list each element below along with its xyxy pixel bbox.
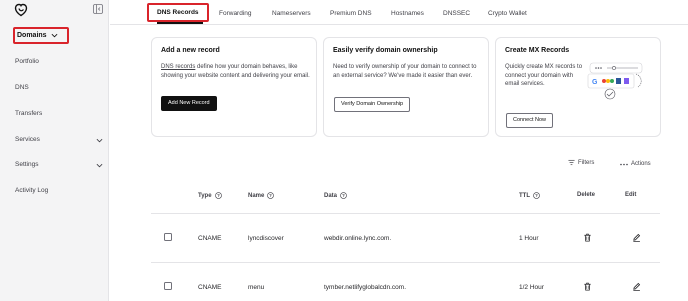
help-icon[interactable]: ?: [214, 192, 222, 199]
record-data: webdir.online.lync.com.: [324, 235, 392, 242]
tab-label: Crypto Wallet: [488, 10, 527, 17]
filter-icon: [568, 159, 575, 166]
trash-icon[interactable]: [583, 233, 592, 242]
sidebar-item-activity-log[interactable]: Activity Log: [15, 186, 103, 196]
sidebar: Domains Portfolio DNS Transfers Services…: [0, 0, 109, 301]
filters-button[interactable]: Filters: [568, 159, 594, 166]
trash-icon[interactable]: [583, 282, 592, 291]
tab-nameservers[interactable]: Nameservers: [272, 4, 311, 23]
record-name: lyncdiscover: [248, 235, 284, 242]
help-icon[interactable]: ?: [267, 192, 275, 199]
filters-label: Filters: [578, 159, 595, 166]
card-description: Need to verify ownership of your domain …: [333, 64, 477, 79]
row-divider: [151, 262, 660, 263]
tab-label: Premium DNS: [330, 10, 372, 17]
sidebar-item-portfolio[interactable]: Portfolio: [15, 57, 103, 67]
sidebar-item-settings[interactable]: Settings: [15, 160, 103, 170]
mx-records-card: Create MX Records Quickly create MX reco…: [495, 37, 661, 137]
header-label: Delete: [577, 192, 596, 198]
column-header-ttl[interactable]: TTL ?: [519, 192, 540, 199]
header-label: TTL: [519, 192, 530, 199]
chevron-down-icon: [51, 33, 57, 38]
row-select-checkbox[interactable]: [164, 233, 172, 241]
svg-text:?: ?: [535, 193, 538, 198]
record-name: menu: [248, 284, 265, 291]
card-description: DNS records define how your domain behav…: [161, 63, 311, 80]
svg-text:?: ?: [217, 193, 220, 198]
column-header-delete: Delete: [577, 192, 595, 198]
help-icon[interactable]: ?: [533, 192, 540, 199]
svg-text:G: G: [592, 79, 598, 86]
column-header-type[interactable]: Type ?: [198, 192, 222, 199]
actions-button[interactable]: Actions: [620, 161, 651, 167]
sidebar-item-label: Settings: [15, 161, 39, 168]
sidebar-item-label: Activity Log: [15, 187, 49, 194]
sidebar-item-label: Portfolio: [15, 58, 39, 65]
record-data: tymber.netlifyglobalcdn.com.: [324, 284, 407, 291]
sidebar-item-label: Transfers: [15, 110, 43, 117]
email-services-illustration: G: [587, 62, 643, 100]
card-description: Quickly create MX records to connect you…: [505, 64, 583, 87]
tab-label: DNSSEC: [443, 10, 471, 17]
actions-label: Actions: [631, 161, 651, 167]
sidebar-item-transfers[interactable]: Transfers: [15, 109, 103, 119]
active-tab-indicator: [157, 22, 203, 24]
header-label: Name: [248, 192, 265, 199]
tab-hostnames[interactable]: Hostnames: [391, 4, 424, 23]
column-header-name[interactable]: Name ?: [248, 192, 275, 199]
header-label: Edit: [625, 192, 637, 198]
collapse-sidebar-icon[interactable]: [93, 4, 103, 14]
card-title: Easily verify domain ownership: [333, 47, 438, 54]
header-label: Type: [198, 192, 212, 199]
tabs-divider: [110, 24, 688, 25]
domains-menu-button[interactable]: Domains: [13, 27, 69, 44]
chevron-down-icon: [96, 163, 103, 168]
record-type: CNAME: [198, 235, 222, 242]
record-type: CNAME: [198, 284, 222, 291]
godaddy-logo-icon[interactable]: [14, 3, 28, 17]
svg-text:?: ?: [270, 193, 273, 198]
sidebar-item-label: Services: [15, 136, 40, 143]
row-divider: [151, 213, 660, 214]
pencil-icon[interactable]: [632, 233, 641, 242]
sidebar-item-services[interactable]: Services: [15, 135, 103, 145]
domains-label: Domains: [17, 32, 47, 39]
more-icon: [620, 163, 628, 165]
verify-ownership-card: Easily verify domain ownership Need to v…: [323, 37, 489, 137]
tab-forwarding[interactable]: Forwarding: [219, 4, 252, 23]
pencil-icon[interactable]: [632, 282, 641, 291]
connect-now-button[interactable]: Connect Now: [506, 113, 554, 128]
tab-label: DNS Records: [157, 9, 199, 16]
sidebar-item-dns[interactable]: DNS: [15, 83, 103, 93]
tab-premium-dns[interactable]: Premium DNS: [330, 4, 372, 23]
tab-label: Nameservers: [272, 10, 311, 17]
verify-domain-ownership-button[interactable]: Verify Domain Ownership: [334, 97, 411, 112]
header-label: Data: [324, 192, 338, 199]
card-title: Create MX Records: [505, 47, 570, 54]
help-icon[interactable]: ?: [340, 192, 347, 199]
column-header-data[interactable]: Data ?: [324, 192, 347, 199]
chevron-down-icon: [96, 138, 103, 143]
sidebar-item-label: DNS: [15, 84, 29, 91]
tab-dns-records[interactable]: DNS Records: [147, 3, 209, 22]
record-ttl: 1 Hour: [519, 235, 539, 242]
tab-label: Hostnames: [391, 10, 424, 17]
tab-crypto-wallet[interactable]: Crypto Wallet: [488, 4, 527, 23]
record-ttl: 1/2 Hour: [519, 284, 544, 291]
add-record-card: Add a new record DNS records define how …: [151, 37, 317, 137]
tab-dnssec[interactable]: DNSSEC: [443, 4, 470, 23]
row-select-checkbox[interactable]: [164, 282, 172, 290]
svg-text:?: ?: [342, 193, 345, 198]
column-header-edit: Edit: [625, 192, 636, 198]
add-new-record-button[interactable]: Add New Record: [161, 96, 217, 111]
dns-records-link[interactable]: DNS records: [161, 64, 195, 70]
tab-label: Forwarding: [219, 10, 252, 17]
card-title: Add a new record: [161, 47, 220, 54]
